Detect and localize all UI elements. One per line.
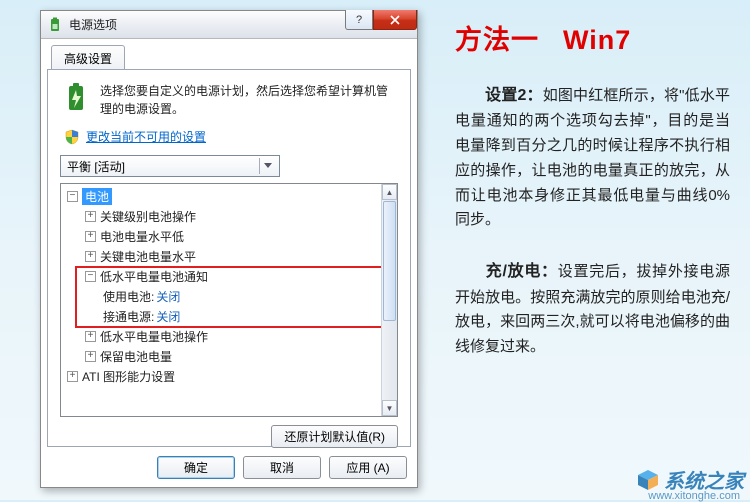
- tree-node-battery[interactable]: − 电池: [65, 186, 397, 206]
- expand-icon[interactable]: +: [85, 211, 96, 222]
- watermark-url: www.xitonghe.com: [648, 490, 740, 502]
- collapse-icon[interactable]: −: [67, 191, 78, 202]
- tree-node-low-battery-notify[interactable]: −低水平电量电池通知: [65, 266, 397, 286]
- uac-shield-icon: [64, 129, 80, 145]
- tree-node[interactable]: +关键级别电池操作: [65, 206, 397, 226]
- expand-icon[interactable]: +: [67, 371, 78, 382]
- close-icon: [390, 15, 400, 25]
- tab-strip: 高级设置: [47, 45, 411, 69]
- scroll-down-button[interactable]: ▼: [382, 400, 397, 416]
- close-button[interactable]: [373, 10, 417, 30]
- cube-icon: [636, 468, 660, 492]
- expand-icon[interactable]: +: [85, 231, 96, 242]
- tab-advanced[interactable]: 高级设置: [51, 45, 125, 70]
- dropdown-value: 平衡 [活动]: [67, 158, 125, 175]
- titlebar[interactable]: 电源选项 ?: [41, 11, 417, 39]
- settings-tree[interactable]: − 电池 +关键级别电池操作 +电池电量水平低 +关键电池电量水平 −低水平电量…: [60, 183, 398, 417]
- ok-button[interactable]: 确定: [157, 456, 235, 479]
- article-heading: 方法一Win7: [455, 18, 730, 57]
- tree-node[interactable]: +保留电池电量: [65, 346, 397, 366]
- collapse-icon[interactable]: −: [85, 271, 96, 282]
- tree-leaf-plugged-in[interactable]: 接通电源:关闭: [65, 306, 397, 326]
- power-options-dialog: 电源选项 ? 高级设置 选择您要自定义的电源计划，然后选择您希望计算机管理的电源…: [40, 10, 418, 488]
- cancel-button[interactable]: 取消: [243, 456, 321, 479]
- tree-node[interactable]: +低水平电量电池操作: [65, 326, 397, 346]
- dialog-title: 电源选项: [69, 16, 117, 33]
- article-paragraph-2: 充/放电：设置完后，拔掉外接电源开始放电。按照充满放完的原则给电池充/放电，来回…: [455, 259, 730, 360]
- chevron-down-icon: [259, 158, 275, 174]
- change-unavailable-settings-link[interactable]: 更改当前不可用的设置: [86, 128, 206, 145]
- expand-icon[interactable]: +: [85, 251, 96, 262]
- instruction-article: 方法一Win7 设置2：如图中红框所示，将"低水平电量通知的两个选项勾去掉"，目…: [455, 18, 730, 386]
- restore-defaults-button[interactable]: 还原计划默认值(R): [271, 425, 398, 448]
- article-paragraph-1: 设置2：如图中红框所示，将"低水平电量通知的两个选项勾去掉"，目的是当电量降到百…: [455, 83, 730, 233]
- apply-button[interactable]: 应用 (A): [329, 456, 407, 479]
- battery-plan-icon: [60, 82, 92, 114]
- advanced-panel: 选择您要自定义的电源计划，然后选择您希望计算机管理的电源设置。 更改当前不可用的…: [47, 69, 411, 447]
- tree-node[interactable]: +电池电量水平低: [65, 226, 397, 246]
- intro-text: 选择您要自定义的电源计划，然后选择您希望计算机管理的电源设置。: [100, 82, 398, 118]
- tree-leaf-on-battery[interactable]: 使用电池:关闭: [65, 286, 397, 306]
- power-plan-dropdown[interactable]: 平衡 [活动]: [60, 155, 280, 177]
- scroll-up-button[interactable]: ▲: [382, 184, 397, 200]
- vertical-scrollbar[interactable]: ▲ ▼: [381, 184, 397, 416]
- scroll-thumb[interactable]: [383, 201, 396, 321]
- battery-app-icon: [47, 17, 63, 33]
- tree-node-ati[interactable]: +ATI 图形能力设置: [65, 366, 397, 386]
- expand-icon[interactable]: +: [85, 351, 96, 362]
- help-button[interactable]: ?: [345, 10, 373, 30]
- tree-node[interactable]: +关键电池电量水平: [65, 246, 397, 266]
- expand-icon[interactable]: +: [85, 331, 96, 342]
